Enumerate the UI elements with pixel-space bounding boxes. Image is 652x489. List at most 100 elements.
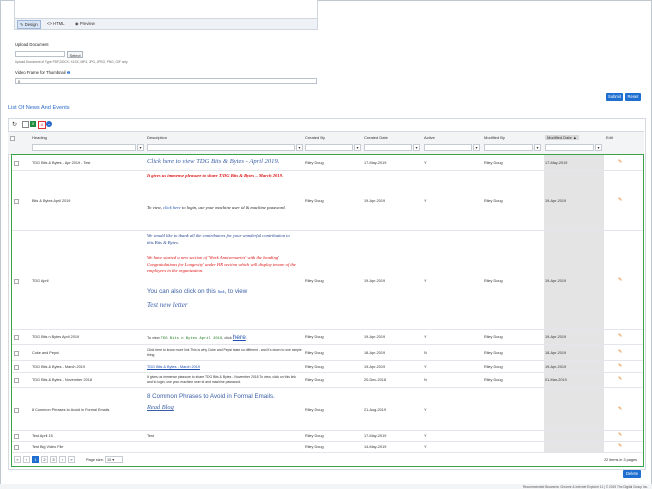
select-file-button[interactable]: Select <box>67 51 83 58</box>
cell-created-by: Riley Doug <box>305 351 324 355</box>
cell-description-text: To view, click here to login, use your m… <box>147 205 286 210</box>
row-checkbox[interactable] <box>14 378 19 383</box>
table-row[interactable]: Bits & Bytes April 2019 It gives us imme… <box>12 171 643 231</box>
filter-heading[interactable] <box>32 144 136 151</box>
upload-document-label: Upload Document <box>15 42 49 47</box>
edit-pencil-icon[interactable]: ✎ <box>618 376 622 382</box>
row-checkbox[interactable] <box>14 408 19 413</box>
table-row[interactable]: TDG Bits & Bytes - March 2019 TDG Bits &… <box>12 361 643 373</box>
reset-button[interactable]: Reset <box>625 93 641 101</box>
tab-design[interactable]: ✎ Design <box>17 20 41 29</box>
refresh-icon[interactable]: ↻ <box>12 121 17 128</box>
cell-created-date: 19-Apr-2019 <box>364 199 386 203</box>
filter-created-date[interactable] <box>364 144 412 151</box>
link-link[interactable]: link <box>218 289 225 294</box>
edit-pencil-icon[interactable]: ✎ <box>618 197 622 203</box>
filter-modified-date-icon[interactable]: ▾ <box>595 144 602 151</box>
video-frame-input[interactable]: 0 <box>15 78 317 84</box>
filter-created-by-icon[interactable]: ▾ <box>354 144 361 151</box>
table-row[interactable]: Test April 15 Test Riley Doug 17-May-201… <box>12 431 643 442</box>
page-size-select[interactable]: 10 ▾ <box>105 456 123 463</box>
col-modified-date[interactable]: Modified Date ▲ <box>545 135 579 140</box>
cell-created-by: Riley Doug <box>305 408 324 412</box>
edit-pencil-icon[interactable]: ✎ <box>618 333 622 339</box>
info-icon: ❶ <box>66 70 71 75</box>
edit-pencil-icon[interactable]: ✎ <box>618 363 622 369</box>
cell-description-link[interactable]: TDG Bits & Bytes - March 2019 <box>147 365 200 369</box>
edit-pencil-icon[interactable]: ✎ <box>618 443 622 449</box>
cell-heading: Test April 15 <box>32 434 53 438</box>
filter-modified-date[interactable] <box>545 144 594 151</box>
row-checkbox[interactable] <box>14 434 19 439</box>
page-1-button[interactable]: 1 <box>32 456 39 463</box>
filter-active[interactable] <box>424 144 472 151</box>
table-row[interactable]: TDG Bits n Bytes April 2019 To view TDG … <box>12 330 643 345</box>
cell-description: To view TDG Bits n Bytes April 2019, cli… <box>147 334 247 341</box>
click-here-link[interactable]: click here <box>163 205 181 210</box>
col-heading[interactable]: Heading <box>32 135 47 140</box>
page-2-button[interactable]: 2 <box>41 456 48 463</box>
table-row[interactable]: TDG Bits & Bytes - November 2018 It give… <box>12 373 643 388</box>
edit-pencil-icon[interactable]: ✎ <box>618 349 622 355</box>
col-modified-by[interactable]: Modified By <box>484 135 505 140</box>
prev-page-button[interactable]: ‹ <box>23 456 30 463</box>
row-checkbox[interactable] <box>14 351 19 356</box>
row-checkbox[interactable] <box>14 445 19 450</box>
column-chooser-icon[interactable]: ⌄ <box>46 121 52 127</box>
cell-created-by: Riley Doug <box>305 161 324 165</box>
filter-created-date-icon[interactable]: ▾ <box>413 144 420 151</box>
table-row[interactable]: 8 Common Phrases to Avoid in Formal Emai… <box>12 388 643 431</box>
cell-description-red: It gives us immense pleasure to share T/… <box>147 173 284 178</box>
row-checkbox[interactable] <box>14 365 19 370</box>
next-page-button[interactable]: › <box>59 456 66 463</box>
filter-modified-by-icon[interactable]: ▾ <box>534 144 541 151</box>
row-checkbox[interactable] <box>14 199 19 204</box>
cell-heading: 8 Common Phrases to Avoid in Formal Emai… <box>32 408 110 412</box>
filter-active-icon[interactable]: ▾ <box>473 144 480 151</box>
col-active[interactable]: Active <box>424 135 435 140</box>
edit-pencil-icon[interactable]: ✎ <box>618 406 622 412</box>
table-row[interactable]: Test Big Video File Riley Doug 14-May-20… <box>12 442 643 453</box>
cell-modified-date: 01-Mar-2019 <box>545 378 567 382</box>
filter-created-by[interactable] <box>305 144 353 151</box>
delete-button[interactable]: Delete <box>623 470 641 478</box>
video-frame-label: Video Frame for Thumbnail ❶ <box>15 70 71 75</box>
table-row[interactable]: Coke and Pepsi Click here to know more l… <box>12 345 643 361</box>
row-checkbox[interactable] <box>14 335 19 340</box>
submit-button[interactable]: Submit <box>606 93 623 101</box>
col-edit: Edit <box>606 135 613 140</box>
tab-preview[interactable]: ◉ Preview <box>73 20 97 27</box>
cell-description-link[interactable]: Click here to view TDG Bits & Bytes - Ap… <box>147 158 279 165</box>
last-page-button[interactable]: » <box>68 456 75 463</box>
filter-description[interactable] <box>147 144 295 151</box>
cell-modified-by: Riley Doug <box>484 351 503 355</box>
read-blog-link[interactable]: Read Blog <box>147 404 174 411</box>
col-created-date[interactable]: Created Date <box>364 135 388 140</box>
filter-modified-by[interactable] <box>484 144 533 151</box>
first-page-button[interactable]: « <box>14 456 21 463</box>
filter-heading-icon[interactable]: ▾ <box>137 144 144 151</box>
col-created-by[interactable]: Created By <box>305 135 325 140</box>
test-new-letter-link[interactable]: Test new letter <box>147 301 188 309</box>
edit-pencil-icon[interactable]: ✎ <box>618 277 622 283</box>
table-row[interactable]: TDG April We would like to thank all the… <box>12 231 643 330</box>
row-checkbox[interactable] <box>14 279 19 284</box>
row-checkbox[interactable] <box>14 161 19 166</box>
excel-export-icon[interactable]: X <box>30 121 36 127</box>
pdf-export-icon[interactable]: A <box>38 121 46 129</box>
tab-html[interactable]: <> HTML <box>45 20 66 27</box>
cell-description: Test <box>147 434 154 438</box>
page-size-label: Page size: <box>86 458 104 462</box>
cell-heading: TDG April <box>32 279 49 283</box>
cell-active: Y <box>424 335 427 339</box>
page-3-button[interactable]: 3 <box>50 456 57 463</box>
edit-pencil-icon[interactable]: ✎ <box>618 432 622 438</box>
select-all-checkbox[interactable] <box>10 136 15 141</box>
edit-pencil-icon[interactable]: ✎ <box>618 159 622 165</box>
cell-modified-date: 19-Apr-2019 <box>545 279 567 283</box>
col-description[interactable]: Description <box>147 135 167 140</box>
here-link[interactable]: here <box>233 334 246 341</box>
table-row[interactable]: TDG Bits & Bytes - Apr 2019 - Test Click… <box>12 155 643 171</box>
upload-document-input[interactable] <box>15 51 65 57</box>
filter-description-icon[interactable]: ▾ <box>296 144 303 151</box>
